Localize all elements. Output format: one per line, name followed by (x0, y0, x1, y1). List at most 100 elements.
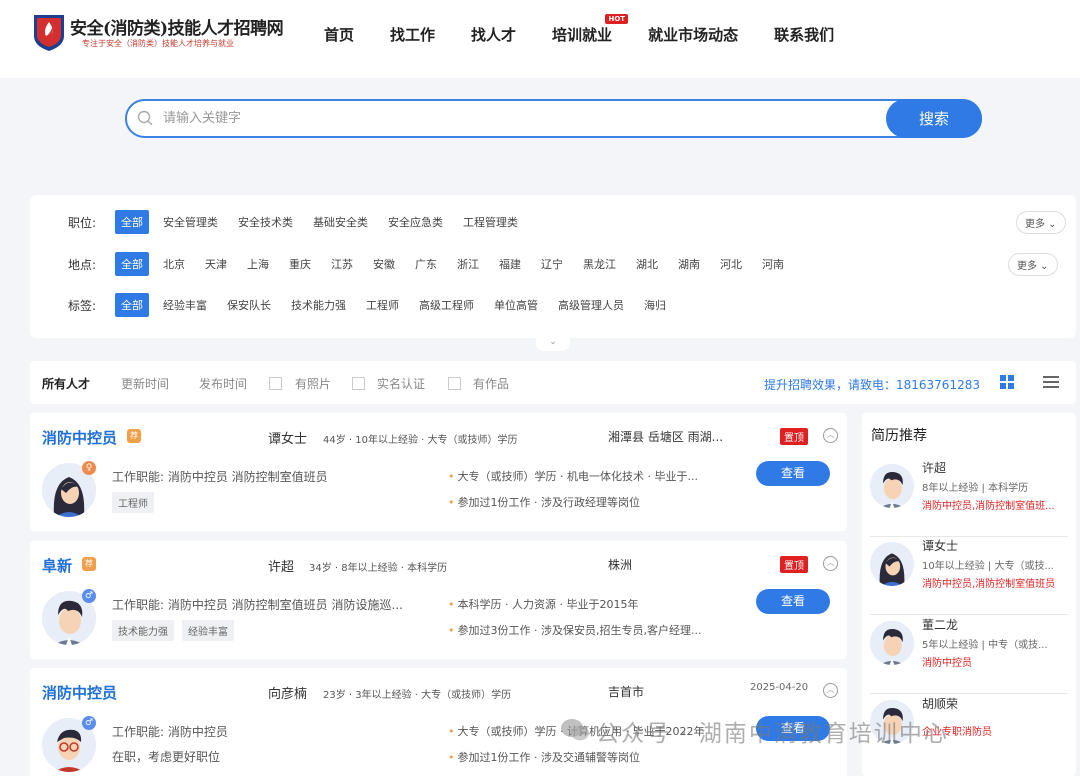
filter-option-tags[interactable]: 技术能力强 (291, 297, 346, 313)
filter-option-location[interactable]: 河北 (720, 256, 742, 272)
skill-tag: 工程师 (112, 492, 154, 513)
filter-option-location[interactable]: 黑龙江 (583, 256, 616, 272)
nav-training[interactable]: 培训就业 HOT (552, 14, 629, 45)
collapse-icon[interactable]: ︿ (823, 428, 838, 443)
filter-option-position[interactable]: 全部 (115, 210, 149, 234)
bullet-icon: • (448, 624, 455, 637)
recommend-name[interactable]: 胡顺荣 (922, 695, 958, 712)
list-view-icon[interactable] (1043, 375, 1059, 389)
wechat-icon (561, 719, 589, 741)
filter-option-position[interactable]: 安全技术类 (238, 214, 293, 230)
promo-text: 提升招聘效果，请致电：18163761283 (764, 378, 980, 392)
filter-option-tags[interactable]: 海归 (644, 297, 666, 313)
filter-option-location[interactable]: 湖南 (678, 256, 700, 272)
nav-find-talent[interactable]: 找人才 (471, 24, 516, 45)
filter-option-location[interactable]: 江苏 (331, 256, 353, 272)
collapse-icon[interactable]: ︿ (823, 556, 838, 571)
logo-shield-icon[interactable] (32, 12, 66, 52)
grid-view-icon[interactable] (1000, 375, 1014, 389)
logo-subtitle: 专注于安全（消防类）技能人才培养与就业 (82, 39, 234, 48)
gender-icon: ♂ (82, 716, 96, 730)
filter-row-tags: 标签: 全部 经验丰富 保安队长 技术能力强 工程师 高级工程师 单位高管 高级管理人员 海归 (30, 292, 1076, 318)
filter-option-tags[interactable]: 全部 (115, 293, 149, 317)
filter-option-location[interactable]: 辽宁 (541, 256, 563, 272)
filter-label-tags: 标签: (68, 298, 97, 313)
sort-all[interactable]: 所有人才 (42, 375, 90, 392)
verified-checkbox[interactable] (352, 377, 365, 390)
recommend-name[interactable]: 董二龙 (922, 616, 958, 633)
filter-option-location[interactable]: 全部 (115, 252, 149, 276)
logo-title[interactable]: 安全(消防类)技能人才招聘网 (70, 14, 284, 39)
experience-text: 参加过1份工作 · 涉及交通辅警等岗位 (457, 751, 641, 764)
card-education: • 大专（或技师）学历 · 机电一体化技术 · 毕业于... (448, 468, 698, 484)
has-photo-checkbox[interactable] (269, 377, 282, 390)
filter-option-tags[interactable]: 单位高管 (494, 297, 538, 313)
experience-text: 参加过1份工作 · 涉及行政经理等岗位 (457, 496, 641, 509)
filter-option-position[interactable]: 安全应急类 (388, 214, 443, 230)
recommend-item[interactable]: 董二龙 5年以上经验 | 中专（或技... 消防中控员 (870, 616, 1068, 694)
card-experience: • 参加过3份工作 · 涉及保安员,招生专员,客户经理... (448, 622, 701, 638)
filter-option-tags[interactable]: 保安队长 (227, 297, 271, 313)
filter-option-location[interactable]: 重庆 (289, 256, 311, 272)
card-title[interactable]: 消防中控员 (42, 682, 117, 703)
card-meta: 23岁 · 3年以上经验 · 大专（或技师）学历 (323, 690, 512, 701)
filter-option-location[interactable]: 北京 (163, 256, 185, 272)
filter-option-tags[interactable]: 经验丰富 (163, 297, 207, 313)
has-works-label[interactable]: 有作品 (473, 375, 509, 392)
nav-find-talent-label: 找人才 (471, 26, 517, 44)
nav-home[interactable]: 首页 (324, 24, 354, 45)
nav-market-news[interactable]: 就业市场动态 (648, 24, 738, 45)
sort-update-time[interactable]: 更新时间 (121, 375, 169, 392)
nav-find-job[interactable]: 找工作 (390, 24, 435, 45)
nav-contact[interactable]: 联系我们 (774, 24, 834, 45)
talent-card[interactable]: 阜新荐 许超 34岁 · 8年以上经验 · 本科学历 株洲 置顶 ︿ ♂ 工作职能: 消防中控… (30, 541, 847, 659)
filter-option-location[interactable]: 河南 (762, 256, 784, 272)
sort-bar: 所有人才 更新时间 发布时间 有照片 实名认证 有作品 提升招聘效果，请致电：1… (30, 361, 1076, 404)
filter-option-location[interactable]: 福建 (499, 256, 521, 272)
recommend-name[interactable]: 许超 (922, 459, 946, 476)
filter-option-location[interactable]: 安徽 (373, 256, 395, 272)
filter-option-tags[interactable]: 高级工程师 (419, 297, 474, 313)
recommend-item[interactable]: 许超 8年以上经验 | 本科学历 消防中控员,消防控制室值班... (870, 459, 1068, 537)
search-button[interactable]: 搜索 (886, 99, 982, 138)
filter-option-position[interactable]: 基础安全类 (313, 214, 368, 230)
search-input[interactable] (163, 101, 863, 136)
card-title[interactable]: 消防中控员 (42, 427, 117, 448)
card-duty: 工作职能: 消防中控员 消防控制室值班员 消防设施巡... (112, 598, 403, 612)
collapse-icon[interactable]: ︿ (823, 683, 838, 698)
watermark-text: 公众号 · 湖南中消教育培训中心 (596, 721, 949, 747)
filter-option-position[interactable]: 安全管理类 (163, 214, 218, 230)
has-works-checkbox[interactable] (448, 377, 461, 390)
avatar (870, 542, 914, 586)
nav-find-job-label: 找工作 (390, 26, 436, 44)
more-position-button[interactable]: 更多 ⌄ (1016, 210, 1066, 234)
verified-label[interactable]: 实名认证 (377, 375, 425, 392)
has-photo-label[interactable]: 有照片 (295, 375, 331, 392)
recommend-name[interactable]: 谭女士 (922, 537, 958, 554)
talent-card[interactable]: 消防中控员荐 谭女士 44岁 · 10年以上经验 · 大专（或技师）学历 湘潭县 岳塘… (30, 413, 847, 531)
filter-option-location[interactable]: 广东 (415, 256, 437, 272)
filter-option-position[interactable]: 工程管理类 (463, 214, 518, 230)
filter-option-location[interactable]: 天津 (205, 256, 227, 272)
filter-row-position: 职位: 全部 安全管理类 安全技术类 基础安全类 安全应急类 工程管理类 更多 ⌄ (30, 209, 1076, 235)
more-location-button[interactable]: 更多 ⌄ (1008, 252, 1058, 276)
recommend-item[interactable]: 谭女士 10年以上经验 | 大专（或技... 消防中控员,消防控制室值班员 (870, 537, 1068, 615)
collapse-filter-toggle[interactable]: ⌄ (536, 337, 570, 351)
view-resume-button[interactable]: 查看 (756, 461, 830, 486)
card-location: 株洲 (608, 558, 633, 572)
card-title[interactable]: 阜新 (42, 555, 72, 576)
view-resume-button[interactable]: 查看 (756, 589, 830, 614)
card-tags: 技术能力强 经验丰富 (112, 620, 242, 641)
card-date: 2025-04-20 (750, 682, 809, 693)
filter-option-location[interactable]: 湖北 (636, 256, 658, 272)
filter-row-location: 地点: 全部 北京 天津 上海 重庆 江苏 安徽 广东 浙江 福建 辽宁 黑龙江 湖北 湖南 河北 河南 更多… (30, 251, 1076, 277)
gender-icon: ♀ (82, 461, 96, 475)
filter-option-tags[interactable]: 工程师 (366, 297, 399, 313)
sort-publish-time[interactable]: 发布时间 (199, 375, 247, 392)
avatar (870, 464, 914, 508)
filter-option-location[interactable]: 上海 (247, 256, 269, 272)
filter-option-tags[interactable]: 高级管理人员 (558, 297, 624, 313)
filter-option-location[interactable]: 浙江 (457, 256, 479, 272)
recommend-duty: 消防中控员 (922, 658, 972, 669)
recommend-info: 10年以上经验 | 大专（或技... (922, 561, 1054, 572)
